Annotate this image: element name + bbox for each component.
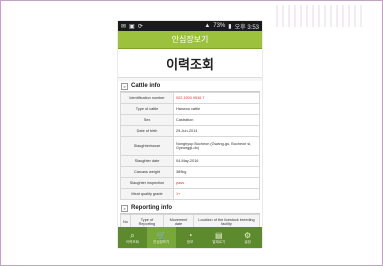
row-label: Sex — [120, 114, 174, 126]
tab-settings[interactable]: ⚙ 설정 — [233, 227, 262, 248]
row-label: Slaughter date — [120, 155, 174, 167]
page-title-bar: 이력조회 — [118, 49, 262, 78]
tab-label: 알레르기 — [212, 239, 226, 244]
tab-label: 이력조회 — [125, 239, 139, 244]
tab-label: 정보 — [186, 239, 194, 244]
section-title: Cattle info — [131, 83, 161, 89]
row-label: Date of birth — [120, 125, 174, 137]
cattle-info-header[interactable]: > Cattle info — [120, 81, 260, 92]
table-row: Meat quality grade 1+ — [120, 188, 260, 200]
tab-safe-shopping[interactable]: 🛒 안심장보기 — [146, 227, 176, 248]
chevron-right-icon: > — [121, 82, 128, 90]
message-icon: ✉ — [121, 23, 127, 30]
content-area[interactable]: > Cattle info Identification number 002 … — [118, 81, 262, 239]
gear-icon: ⚙ — [244, 230, 252, 240]
app-title-bar: 안심장보기 — [118, 31, 262, 49]
row-label: Type of cattle — [120, 103, 174, 115]
search-icon: ⌕ — [130, 230, 135, 240]
chevron-right-icon: > — [121, 204, 128, 212]
row-label: Meat quality grade — [120, 188, 174, 200]
table-row: Slaughter inspection pass — [120, 177, 260, 189]
sync-icon: ⟳ — [137, 23, 143, 30]
app-title: 안심장보기 — [171, 35, 209, 44]
bottom-tab-bar: ⌕ 이력조회 🛒 안심장보기 ◔ 정보 ▤ 알레르기 ⚙ 설정 — [118, 227, 262, 248]
row-label: Carcass weight — [120, 166, 174, 178]
row-value: Castration — [173, 114, 260, 126]
battery-icon: ▮ — [228, 23, 232, 30]
cattle-info-table: Identification number 002 1900 9516 7 Ty… — [120, 92, 260, 200]
section-title: Reporting info — [131, 205, 172, 211]
table-row: Carcass weight 389kg — [120, 166, 260, 178]
row-label: Slaughterhouse — [120, 136, 174, 156]
tab-label: 설정 — [244, 239, 251, 244]
table-row: Identification number 002 1900 9516 7 — [120, 92, 260, 104]
tab-label: 안심장보기 — [153, 239, 170, 244]
row-value: 389kg — [173, 166, 260, 178]
cart-icon: 🛒 — [156, 230, 167, 240]
row-label: Identification number — [120, 92, 174, 104]
reporting-info-header[interactable]: > Reporting info — [120, 203, 260, 214]
book-icon: ▤ — [215, 230, 223, 240]
table-row: Date of birth 29-Jun-2014 — [120, 125, 260, 137]
row-value: 1+ — [173, 188, 260, 200]
table-row: Slaughter date 04-May-2016 — [120, 155, 260, 167]
row-value: Hanwoo cattle — [173, 103, 260, 115]
row-value: 04-May-2016 — [173, 155, 260, 167]
tab-search[interactable]: ⌕ 이력조회 — [118, 227, 147, 248]
tab-allergy[interactable]: ▤ 알레르기 — [204, 227, 233, 248]
row-value: 29-Jun-2014 — [173, 125, 260, 137]
phone-screen: ✉ ▣ ⟳ ▲ 73% ▮ 오후 3:53 안심장보기 이력조회 > Cattl… — [118, 21, 262, 248]
row-value: pass — [173, 177, 260, 189]
status-bar: ✉ ▣ ⟳ ▲ 73% ▮ 오후 3:53 — [118, 21, 262, 31]
table-row: Slaughterhouse Nonghyup Bucheon (Gwang-g… — [120, 136, 260, 156]
table-row: Type of cattle Hanwoo cattle — [120, 103, 260, 115]
row-label: Slaughter inspection — [120, 177, 174, 189]
tab-info[interactable]: ◔ 정보 — [176, 227, 205, 248]
screenshot-frame: ✉ ▣ ⟳ ▲ 73% ▮ 오후 3:53 안심장보기 이력조회 > Cattl… — [0, 0, 383, 266]
table-row: Sex Castration — [120, 114, 260, 126]
row-value: 002 1900 9516 7 — [173, 92, 260, 104]
feed-icon: ◔ — [187, 230, 193, 240]
image-icon: ▣ — [129, 23, 135, 30]
background-decoration — [276, 5, 366, 27]
page-title: 이력조회 — [166, 56, 214, 72]
clock: 오후 3:53 — [234, 24, 259, 31]
row-value: Nonghyup Bucheon (Gwang-gu, Bucheon si, … — [173, 136, 260, 156]
signal-icon: ▲ — [204, 23, 211, 29]
battery-percent: 73% — [213, 23, 226, 29]
